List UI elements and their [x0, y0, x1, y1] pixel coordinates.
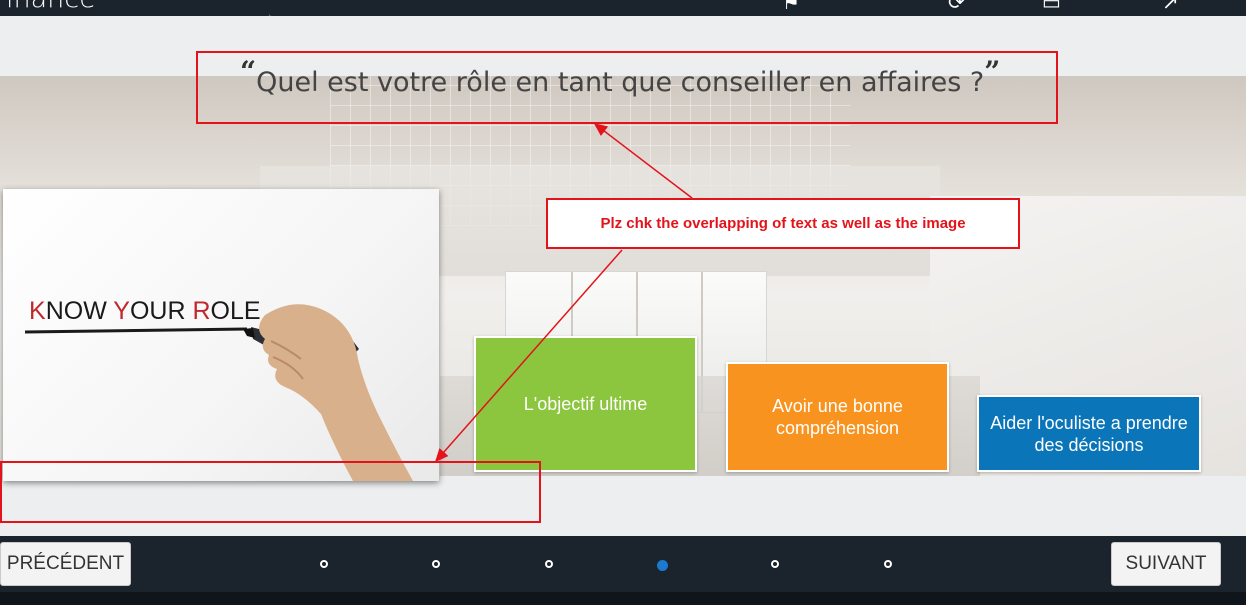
annotation-note-text: Plz chk the overlapping of text as well …	[600, 215, 966, 232]
option-card-objectif-ultime[interactable]: L'objectif ultime	[474, 336, 697, 472]
bottom-nav-bar	[0, 536, 1246, 592]
previous-button[interactable]: PRÉCÉDENT	[0, 542, 131, 586]
bookmark-icon[interactable]: ⚑	[782, 0, 800, 14]
know-your-role-image: KNOW YOUR ROLE	[3, 189, 439, 481]
page-dot-5[interactable]	[771, 560, 779, 568]
option-card-bonne-comprehension[interactable]: Avoir une bonne compréhension	[726, 362, 949, 472]
refresh-icon[interactable]: ⟳	[948, 0, 965, 14]
page-dot-4-active[interactable]	[657, 560, 668, 571]
page-dot-3[interactable]	[545, 560, 553, 568]
page-dot-2[interactable]	[432, 560, 440, 568]
app-title: inance	[6, 0, 96, 14]
next-button[interactable]: SUIVANT	[1111, 542, 1221, 586]
settings-icon[interactable]: ↗	[1162, 0, 1179, 14]
bottom-edge	[0, 592, 1246, 605]
page-dot-1[interactable]	[320, 560, 328, 568]
page-dot-6[interactable]	[884, 560, 892, 568]
annotation-note: Plz chk the overlapping of text as well …	[546, 198, 1020, 249]
hand-holding-marker-icon	[243, 304, 413, 481]
document-icon[interactable]: ▭	[1042, 0, 1061, 14]
top-bar: inance ⚑ ⟳ ▭ ↗	[0, 0, 1246, 16]
annotation-box-bottom	[0, 461, 541, 523]
option-card-aider-oculiste[interactable]: Aider l'oculiste a prendre des décisions	[977, 395, 1201, 472]
annotation-box-question	[196, 51, 1058, 124]
